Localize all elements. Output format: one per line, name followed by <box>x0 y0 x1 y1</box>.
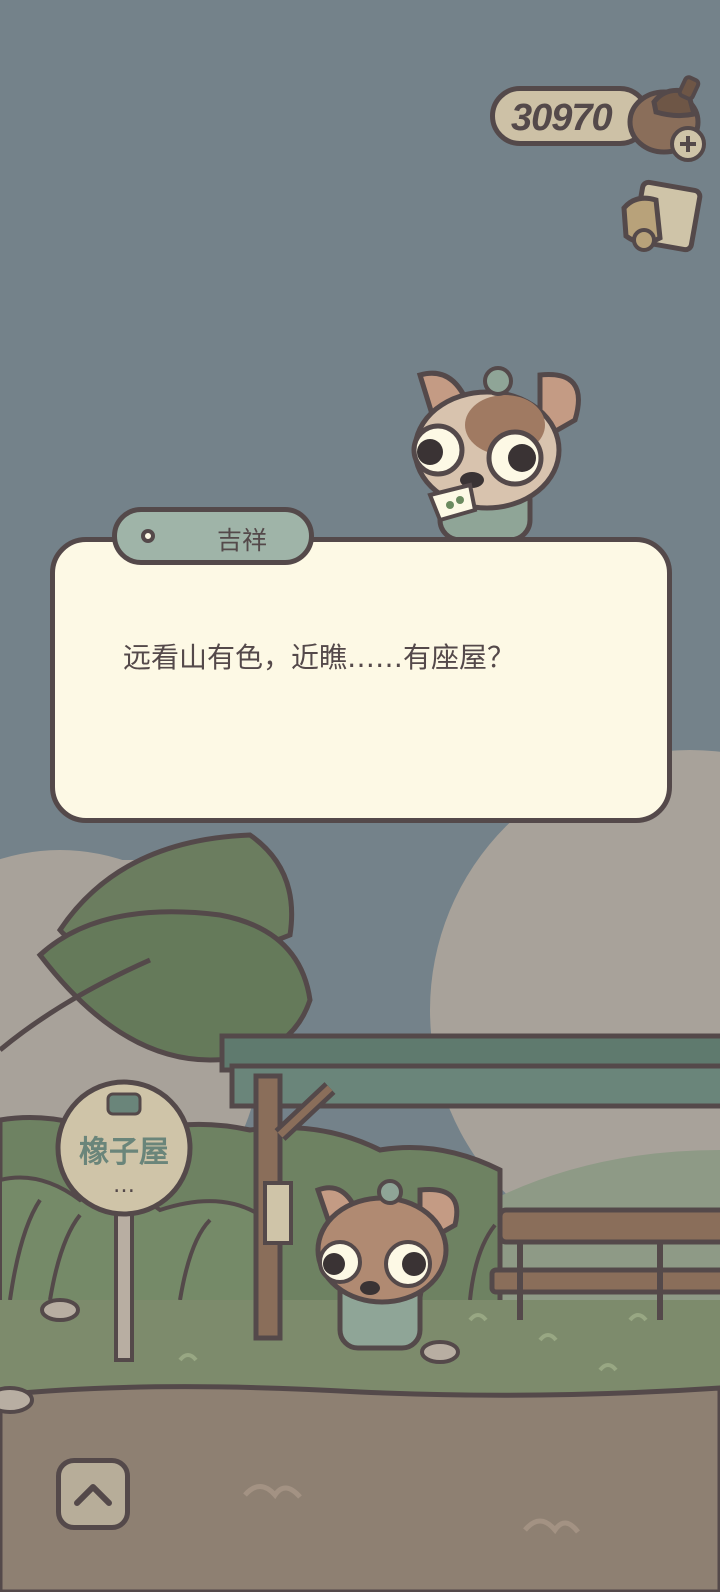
bench-seat <box>489 1267 720 1295</box>
pebble <box>0 1386 34 1414</box>
acorn-count: 30970 <box>511 97 613 139</box>
sign-pole <box>114 1208 134 1362</box>
dialog-box[interactable]: 远看山有色，近瞧……有座屋？ <box>50 537 672 823</box>
chevron-up-icon <box>74 1484 112 1506</box>
character-jixiang-portrait <box>411 366 581 543</box>
pebble <box>420 1340 460 1364</box>
photo-album-icon[interactable] <box>616 178 706 260</box>
expand-button[interactable] <box>56 1458 130 1530</box>
bench-back <box>497 1207 720 1245</box>
pebble <box>40 1298 80 1322</box>
speaker-name: 吉祥 <box>216 526 267 555</box>
speaker-nametag: 吉祥 <box>112 507 314 565</box>
bus-stop-sign-text: 橡子屋 <box>79 1135 169 1170</box>
nametag-dot-icon <box>141 529 155 543</box>
acorn-plus-icon[interactable] <box>626 72 716 167</box>
bus-stop-sign-dots: … <box>113 1173 135 1198</box>
dialog-text: 远看山有色，近瞧……有座屋？ <box>123 641 516 674</box>
shelter-roof-beam <box>229 1063 720 1109</box>
bus-icon <box>106 1092 142 1116</box>
timetable-board <box>263 1181 293 1245</box>
